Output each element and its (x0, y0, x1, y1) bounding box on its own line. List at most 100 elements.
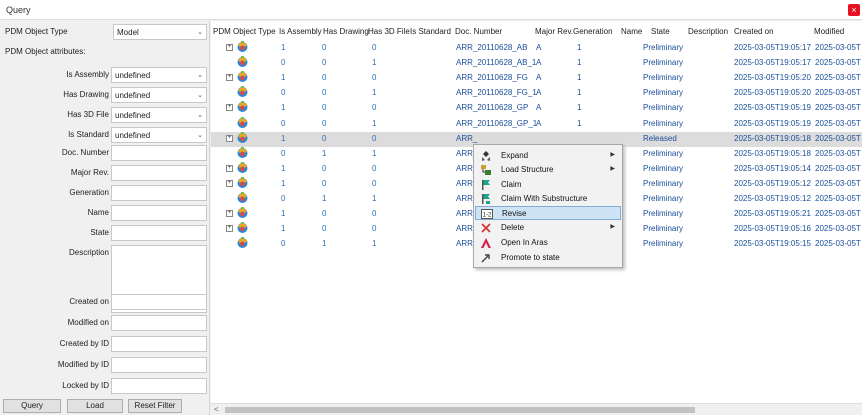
modified-cell: 2025-03-05T (815, 88, 861, 98)
model-icon (236, 40, 249, 53)
load-button[interactable]: Load (67, 399, 123, 413)
menu-item-expand[interactable]: Expand ▶ (475, 149, 621, 163)
created-on-cell: 2025-03-05T19:05:17 (734, 43, 811, 52)
filter-text-input[interactable] (111, 315, 207, 331)
filter-text-input[interactable] (111, 225, 207, 241)
generation-cell: 1 (577, 58, 582, 68)
expand-toggle-icon[interactable]: + (226, 179, 233, 187)
column-header[interactable]: Created on (734, 27, 774, 36)
expand-toggle-icon[interactable]: + (226, 210, 233, 218)
filter-text-input[interactable] (111, 336, 207, 352)
filter-text-input[interactable] (111, 205, 207, 221)
submenu-arrow-icon: ▶ (610, 166, 615, 172)
field-label: Doc. Number (61, 148, 109, 157)
major-rev-cell: A (536, 58, 542, 68)
has-3d-cell: 0 (372, 224, 377, 234)
state-cell: Preliminary (643, 118, 684, 128)
expand-icon (480, 150, 492, 162)
has-3d-cell: 0 (372, 178, 377, 188)
model-icon (236, 70, 249, 83)
doc-number-cell: ARR_20110628_GP (456, 103, 529, 113)
has-drawing-cell: 1 (322, 239, 327, 249)
state-cell: Preliminary (643, 194, 684, 203)
expand-toggle-icon[interactable]: + (226, 225, 233, 233)
chevron-down-icon: ⌄ (197, 112, 203, 119)
column-header[interactable]: Description (688, 27, 728, 36)
column-header[interactable]: Name (621, 27, 642, 36)
model-icon (236, 221, 249, 234)
filter-text-input[interactable] (111, 185, 207, 201)
object-type-select[interactable]: Model ⌄ (113, 24, 207, 40)
expand-toggle-icon[interactable]: + (226, 164, 233, 172)
menu-item-claim-with-substructure[interactable]: Claim With Substructure (475, 192, 621, 206)
has-3d-cell: 0 (372, 103, 377, 113)
column-header[interactable]: Major Rev. (535, 27, 573, 36)
column-header[interactable]: Generation (573, 27, 613, 36)
column-header[interactable]: Has 3D File (368, 27, 410, 36)
has-drawing-cell: 0 (322, 178, 327, 188)
title-bar: Query × (0, 0, 862, 20)
column-header[interactable]: Modified (814, 27, 844, 36)
column-header[interactable]: PDM Object Type (213, 27, 276, 36)
is-assembly-cell: 1 (281, 178, 286, 188)
filter-text-input[interactable] (111, 357, 207, 373)
menu-item-delete[interactable]: Delete ▶ (475, 221, 621, 235)
column-header[interactable]: Doc. Number (455, 27, 502, 36)
modified-cell: 2025-03-05T (815, 43, 861, 52)
filter-text-input[interactable] (111, 145, 207, 161)
has-3d-cell: 1 (372, 148, 377, 158)
modified-cell: 2025-03-05T (815, 209, 861, 219)
created-on-cell: 2025-03-05T19:05:16 (734, 224, 811, 234)
close-button[interactable]: × (848, 4, 860, 16)
major-rev-cell: A (536, 88, 542, 98)
menu-item-open-in-aras[interactable]: Open In Aras (475, 236, 621, 250)
expand-toggle-icon[interactable]: + (226, 44, 233, 51)
menu-item-promote-to-state[interactable]: Promote to state (475, 251, 621, 265)
filter-select[interactable]: undefined ⌄ (111, 107, 207, 123)
column-header[interactable]: State (651, 27, 670, 36)
menu-item-label: Claim With Substructure (501, 194, 588, 203)
has-drawing-cell: 0 (322, 118, 327, 128)
field-label: Description (68, 248, 109, 257)
state-cell: Preliminary (643, 103, 684, 113)
is-assembly-cell: 1 (281, 163, 286, 173)
scrollbar-thumb[interactable] (225, 407, 695, 413)
reset-filter-button[interactable]: Reset Filter (128, 399, 182, 413)
state-cell: Preliminary (643, 163, 684, 173)
column-header[interactable]: Is Standard (410, 27, 451, 36)
menu-item-load-structure[interactable]: Load Structure ▶ (475, 163, 621, 177)
horizontal-scrollbar[interactable]: < (211, 403, 862, 415)
expand-toggle-icon[interactable]: + (226, 134, 233, 142)
scroll-left-icon[interactable]: < (214, 405, 219, 414)
is-assembly-cell: 1 (281, 73, 286, 83)
filter-select[interactable]: undefined ⌄ (111, 67, 207, 83)
is-assembly-cell: 1 (281, 224, 286, 234)
column-header[interactable]: Is Assembly (279, 27, 322, 36)
modified-cell: 2025-03-05T (815, 194, 861, 203)
major-rev-cell: A (536, 43, 542, 52)
chevron-down-icon: ⌄ (197, 29, 203, 36)
filter-select[interactable]: undefined ⌄ (111, 127, 207, 143)
filter-text-input[interactable] (111, 165, 207, 181)
query-button[interactable]: Query (3, 399, 61, 413)
menu-item-claim[interactable]: Claim (475, 178, 621, 192)
modified-cell: 2025-03-05T (815, 118, 861, 128)
filter-select[interactable]: undefined ⌄ (111, 87, 207, 103)
claim-icon (480, 179, 492, 191)
model-icon (236, 100, 249, 113)
is-assembly-cell: 0 (281, 118, 286, 128)
expand-toggle-icon[interactable]: + (226, 104, 233, 112)
filter-label: Is Standard (68, 130, 109, 139)
menu-item-label: Promote to state (501, 253, 560, 262)
doc-number-cell: ARR_20110628_GP_1 (456, 118, 538, 128)
filter-text-input[interactable] (111, 294, 207, 310)
expand-toggle-icon[interactable]: + (226, 74, 233, 82)
model-icon (236, 55, 249, 68)
column-header[interactable]: Has Drawing (323, 27, 369, 36)
claim-substructure-icon (480, 193, 492, 205)
state-cell: Preliminary (643, 224, 684, 234)
menu-item-revise[interactable]: 1-2 Revise (475, 206, 621, 220)
context-menu: Expand ▶ Load Structure ▶ Claim Claim With Su… (473, 144, 623, 268)
filter-text-input[interactable] (111, 378, 207, 394)
generation-cell: 1 (577, 88, 582, 98)
